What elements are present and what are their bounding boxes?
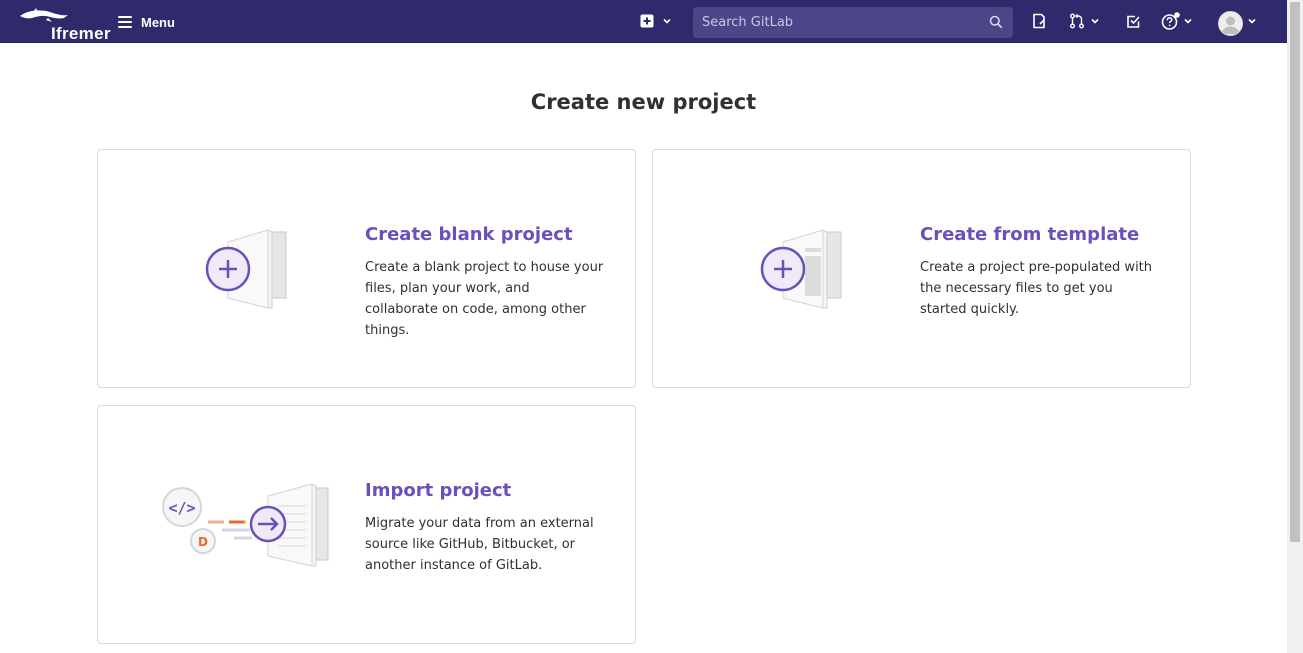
brand-name: Ifremer xyxy=(51,24,111,43)
svg-text:D: D xyxy=(198,535,208,549)
help-icon xyxy=(1161,12,1180,30)
search-input[interactable] xyxy=(693,7,982,38)
card-description: Migrate your data from an external sourc… xyxy=(365,516,594,573)
chevron-down-icon xyxy=(1248,18,1256,24)
page-title: Create new project xyxy=(530,90,757,114)
vertical-scrollbar[interactable] xyxy=(1287,0,1303,653)
merge-request-icon xyxy=(1070,13,1084,29)
new-dropdown-button[interactable] xyxy=(640,10,672,32)
card-title: Import project xyxy=(365,480,512,501)
blank-project-illustration xyxy=(205,229,287,309)
todo-icon xyxy=(1127,15,1140,28)
search-box xyxy=(693,7,1013,38)
menu-button[interactable]: Menu xyxy=(118,11,175,33)
menu-label: Menu xyxy=(141,14,175,30)
avatar-icon xyxy=(1221,16,1240,34)
ifremer-logo[interactable]: Ifremer xyxy=(18,6,110,43)
help-button[interactable] xyxy=(1161,10,1193,32)
issues-button[interactable] xyxy=(1031,10,1047,32)
merge-requests-button[interactable] xyxy=(1069,10,1100,32)
import-project-illustration: </> D xyxy=(162,483,329,567)
top-navbar: Ifremer Menu xyxy=(0,0,1287,43)
user-avatar[interactable] xyxy=(1218,11,1243,36)
scrollbar-thumb[interactable] xyxy=(1290,2,1300,542)
chevron-down-icon xyxy=(663,18,671,24)
todo-button[interactable] xyxy=(1126,10,1141,32)
template-project-illustration xyxy=(760,229,842,309)
chevron-down-icon xyxy=(1091,18,1099,24)
svg-text:</>: </> xyxy=(168,499,195,517)
create-blank-project-card[interactable]: Create blank project Create a blank proj… xyxy=(97,149,636,388)
notification-dot xyxy=(1174,12,1180,18)
create-from-template-card[interactable]: Create from template Create a project pr… xyxy=(652,149,1191,388)
hamburger-icon xyxy=(118,16,132,28)
import-project-card[interactable]: </> D Import project Migrate your data f… xyxy=(97,405,636,644)
plus-square-icon xyxy=(640,14,654,28)
card-description: Create a project pre-populated with the … xyxy=(920,260,1153,317)
issues-icon xyxy=(1033,13,1045,29)
search-icon xyxy=(989,15,1003,29)
user-menu-chevron[interactable] xyxy=(1247,10,1257,32)
card-title: Create from template xyxy=(920,224,1140,245)
card-title: Create blank project xyxy=(365,224,573,245)
card-description: Create a blank project to house your fil… xyxy=(365,260,604,338)
chevron-down-icon xyxy=(1184,18,1192,24)
